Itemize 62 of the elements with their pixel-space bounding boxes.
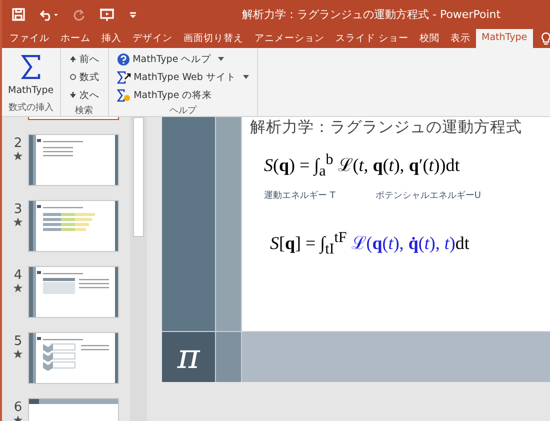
pi-symbol: π — [162, 332, 215, 382]
equation: S(q) = ∫$_{a}$$^{b}$ ℒ(t, q(t), q′(t))dt — [264, 152, 460, 181]
animation-star-icon — [13, 151, 23, 161]
sigma-lightbulb-icon — [116, 88, 131, 102]
save-icon — [12, 8, 25, 21]
group-label: 数式の挿入 — [8, 102, 54, 115]
ribbon-button[interactable]: MathType ヘルプ — [114, 50, 226, 68]
slide-title: 解析力学：ラグランジュの運動方程式 — [250, 117, 522, 138]
ribbon-tab[interactable]: アニメーション — [249, 29, 330, 48]
slideshow-icon — [99, 8, 115, 22]
animation-star-icon — [13, 217, 23, 227]
help-icon — [116, 52, 130, 66]
slide-thumbnail[interactable] — [28, 266, 119, 318]
sigma-arrow-icon — [116, 70, 131, 84]
circle-icon — [68, 73, 77, 81]
mathtype-button[interactable]: MathType — [8, 55, 54, 96]
quick-access-button[interactable] — [39, 8, 59, 20]
ribbon-button[interactable]: 前へ — [66, 50, 102, 68]
ribbon-tab[interactable]: 画面切り替え — [178, 29, 249, 48]
redo-icon — [73, 8, 85, 20]
ribbon-tab[interactable]: ホーム — [55, 29, 96, 48]
ribbon-tab[interactable]: スライド ショー — [330, 29, 414, 48]
animation-star-icon — [13, 349, 23, 359]
slide-number: 3 — [14, 202, 22, 217]
ribbon-tab[interactable]: デザイン — [127, 29, 178, 48]
window-title: 解析力学：ラグランジュの運動方程式 - PowerPoint — [242, 7, 501, 22]
quick-access-button[interactable] — [129, 10, 137, 18]
animation-star-icon — [13, 283, 23, 293]
ribbon-button[interactable]: 次へ — [66, 86, 102, 104]
quick-access-button[interactable] — [99, 8, 115, 22]
group-label: ヘルプ — [168, 104, 198, 118]
slide-thumbnail[interactable] — [28, 332, 119, 384]
slide-thumbnail[interactable] — [28, 200, 119, 252]
quick-access-button[interactable] — [12, 8, 25, 21]
slide-number: 6 — [14, 400, 22, 415]
slide-thumbnail[interactable] — [28, 134, 119, 186]
sigma-icon — [20, 55, 41, 79]
equation-label: 運動エネルギー T — [264, 190, 336, 202]
up-arrow-icon — [68, 55, 77, 63]
ribbon-button[interactable]: MathType Web サイト — [114, 68, 251, 86]
ribbon-button[interactable]: 数式 — [66, 68, 102, 86]
ribbon-tab[interactable]: 表示 — [445, 29, 476, 48]
ribbon-tab[interactable]: 校閲 — [414, 29, 446, 48]
ribbon-tab[interactable]: MathType — [476, 29, 533, 48]
slide-number: 5 — [14, 334, 22, 349]
customize-icon — [129, 10, 137, 18]
caret-icon — [242, 75, 249, 79]
slide-number: 2 — [14, 136, 22, 151]
group-label: 検索 — [74, 104, 94, 118]
scrollbar[interactable] — [130, 117, 147, 421]
equation: S[q] = ∫$_{tI}$$^{tF}$ ℒ(q(t), q̇(t), t)dt — [270, 230, 470, 258]
equation-label: ポテンシャルエネルギーU — [375, 190, 481, 202]
caret-icon — [218, 57, 224, 61]
slide-thumbnail[interactable] — [28, 117, 119, 120]
ribbon-button[interactable]: MathType の将来 — [114, 86, 214, 104]
ribbon-tab[interactable]: ファイル — [4, 29, 55, 48]
slide-footer-strip — [216, 332, 241, 382]
ribbon-tab[interactable]: 挿入 — [96, 29, 127, 48]
undo-icon — [39, 8, 59, 20]
slide-number: 4 — [14, 268, 22, 283]
lightbulb-icon[interactable] — [540, 32, 550, 45]
down-arrow-icon — [68, 91, 77, 99]
